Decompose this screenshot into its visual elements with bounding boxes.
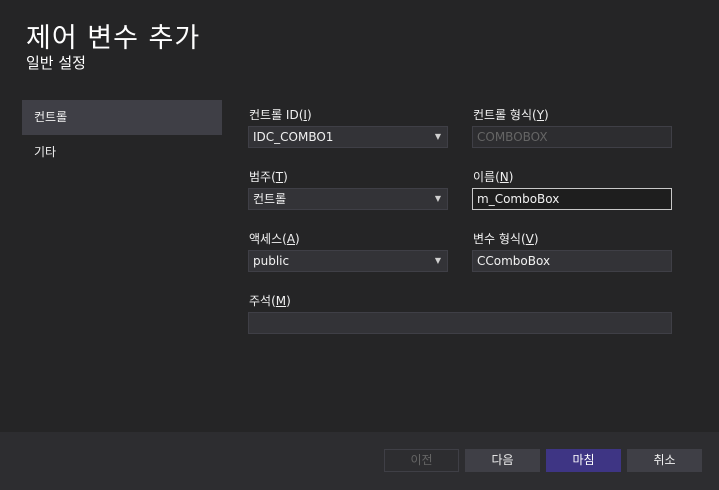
control-id-value: IDC_COMBO1	[253, 130, 334, 144]
finish-button[interactable]: 마침	[546, 449, 621, 472]
chevron-down-icon[interactable]: ▼	[435, 251, 441, 271]
next-button[interactable]: 다음	[465, 449, 540, 472]
dialog-subtitle: 일반 설정	[26, 54, 86, 72]
control-id-label: 컨트롤 ID(I)	[249, 108, 312, 122]
sidebar-item-other[interactable]: 기타	[22, 135, 222, 170]
name-input[interactable]: m_ComboBox	[472, 188, 672, 210]
control-type-value: COMBOBOX	[477, 130, 548, 144]
name-value: m_ComboBox	[477, 192, 560, 206]
sidebar-item-label: 컨트롤	[34, 110, 68, 124]
sidebar-item-label: 기타	[34, 145, 57, 159]
variable-type-value: CComboBox	[477, 254, 551, 268]
access-value: public	[253, 254, 290, 268]
category-combobox[interactable]: 컨트롤 ▼	[248, 188, 448, 210]
sidebar-item-control[interactable]: 컨트롤	[22, 100, 222, 135]
variable-type-label: 변수 형식(V)	[473, 232, 539, 246]
control-type-label: 컨트롤 형식(Y)	[473, 108, 549, 122]
category-value: 컨트롤	[253, 192, 287, 206]
category-label: 범주(T)	[249, 170, 288, 184]
variable-type-input[interactable]: CComboBox	[472, 250, 672, 272]
chevron-down-icon[interactable]: ▼	[435, 189, 441, 209]
chevron-down-icon[interactable]: ▼	[435, 127, 441, 147]
control-id-combobox[interactable]: IDC_COMBO1 ▼	[248, 126, 448, 148]
dialog-title: 제어 변수 추가	[26, 23, 201, 54]
access-combobox[interactable]: public ▼	[248, 250, 448, 272]
name-label: 이름(N)	[473, 170, 514, 184]
cancel-button[interactable]: 취소	[627, 449, 702, 472]
comment-input[interactable]	[248, 312, 672, 334]
previous-button[interactable]: 이전	[384, 449, 459, 472]
comment-label: 주석(M)	[249, 294, 291, 308]
control-type-field: COMBOBOX	[472, 126, 672, 148]
access-label: 액세스(A)	[249, 232, 300, 246]
